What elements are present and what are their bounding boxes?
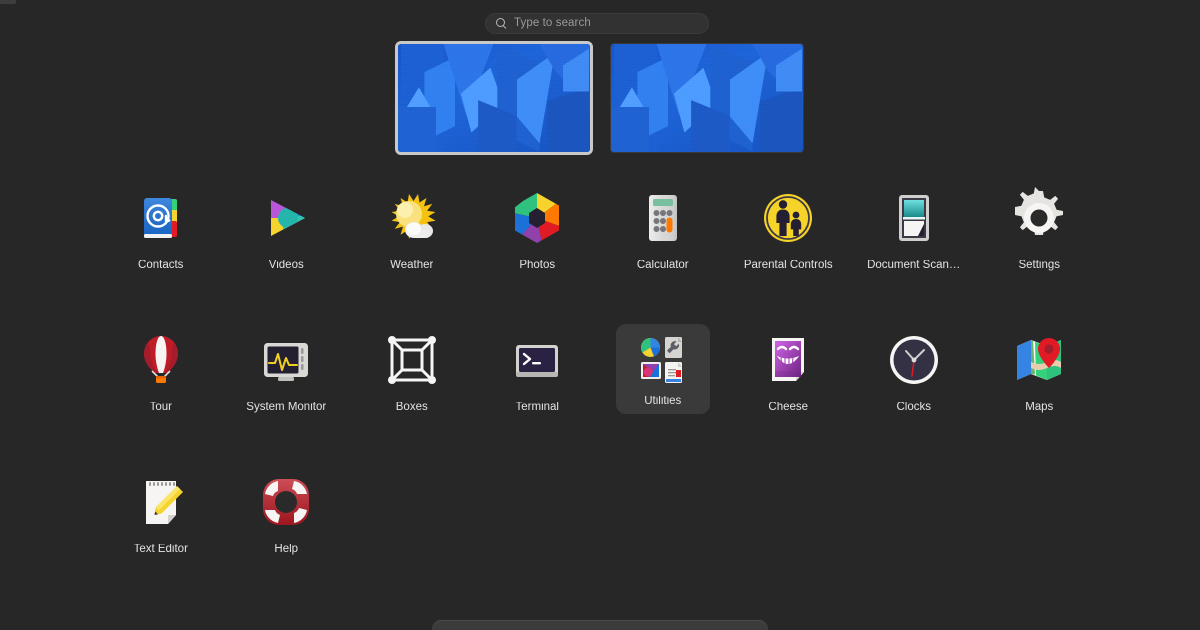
contacts-icon [129, 186, 193, 250]
app-item-weather[interactable]: Weather [349, 182, 475, 282]
app-label: Clocks [896, 402, 931, 413]
search-icon [496, 18, 507, 29]
system-monitor-icon [254, 328, 318, 392]
top-panel-sliver [0, 0, 16, 4]
app-label: Cheese [768, 402, 809, 413]
cheese-icon [756, 328, 820, 392]
app-item-document-scanner[interactable]: Document Scan… [851, 182, 977, 282]
utilities-folder-icon [635, 332, 691, 388]
app-item-calculator[interactable]: Calculator [600, 182, 726, 282]
app-label: Videos [268, 260, 304, 271]
app-grid-row: Tour System Monitor Boxes Terminal Utili… [0, 324, 1200, 424]
app-label: Contacts [138, 260, 184, 271]
app-grid: Contacts Videos Weather Photos Calculato… [0, 182, 1200, 608]
app-item-cheese[interactable]: Cheese [726, 324, 852, 424]
dash-dock[interactable] [432, 620, 768, 630]
maps-icon [1007, 328, 1071, 392]
clocks-icon [882, 328, 946, 392]
settings-icon [1007, 186, 1071, 250]
app-item-settings[interactable]: Settings [977, 182, 1103, 282]
app-item-terminal[interactable]: Terminal [475, 324, 601, 424]
app-label: Weather [390, 260, 434, 271]
app-folder-utilities[interactable]: Utilities [615, 324, 710, 414]
app-label: Parental Controls [743, 260, 833, 271]
app-item-text-editor[interactable]: Text Editor [98, 466, 224, 566]
app-label: Help [274, 544, 299, 555]
app-label: Terminal [515, 402, 559, 413]
app-grid-row: Text Editor Help [0, 466, 1200, 566]
terminal-icon [505, 328, 569, 392]
workspace-thumbnail-1[interactable] [394, 41, 593, 155]
parental-controls-icon [756, 186, 820, 250]
text-editor-icon [129, 470, 193, 534]
workspace-thumbnail-2[interactable] [609, 43, 804, 153]
app-item-clocks[interactable]: Clocks [851, 324, 977, 424]
app-label: Tour [149, 402, 172, 413]
app-label: Boxes [395, 402, 428, 413]
calculator-icon [631, 186, 695, 250]
videos-icon [254, 186, 318, 250]
app-label: Photos [519, 260, 556, 271]
app-label: Utilities [644, 396, 682, 407]
app-item-contacts[interactable]: Contacts [98, 182, 224, 282]
app-item-parental-controls[interactable]: Parental Controls [726, 182, 852, 282]
workspace-thumbnail-strip [0, 41, 1200, 155]
app-item-help[interactable]: Help [224, 466, 350, 566]
search-input[interactable]: Type to search [485, 13, 709, 34]
app-label: System Monitor [246, 402, 327, 413]
app-item-maps[interactable]: Maps [977, 324, 1103, 424]
app-label: Maps [1025, 402, 1054, 413]
app-label: Document Scan… [867, 260, 961, 271]
workspace-wallpaper [397, 44, 590, 152]
app-item-system-monitor[interactable]: System Monitor [224, 324, 350, 424]
weather-icon [380, 186, 444, 250]
app-label: Calculator [636, 260, 689, 271]
app-item-videos[interactable]: Videos [224, 182, 350, 282]
app-label: Settings [1018, 260, 1061, 271]
search-placeholder-text: Type to search [514, 16, 591, 29]
boxes-icon [380, 328, 444, 392]
document-scanner-icon [882, 186, 946, 250]
tour-icon [129, 328, 193, 392]
app-label: Text Editor [133, 544, 188, 555]
app-item-photos[interactable]: Photos [475, 182, 601, 282]
help-icon [254, 470, 318, 534]
photos-icon [505, 186, 569, 250]
workspace-wallpaper [610, 44, 803, 152]
app-grid-row: Contacts Videos Weather Photos Calculato… [0, 182, 1200, 282]
app-item-tour[interactable]: Tour [98, 324, 224, 424]
app-item-boxes[interactable]: Boxes [349, 324, 475, 424]
